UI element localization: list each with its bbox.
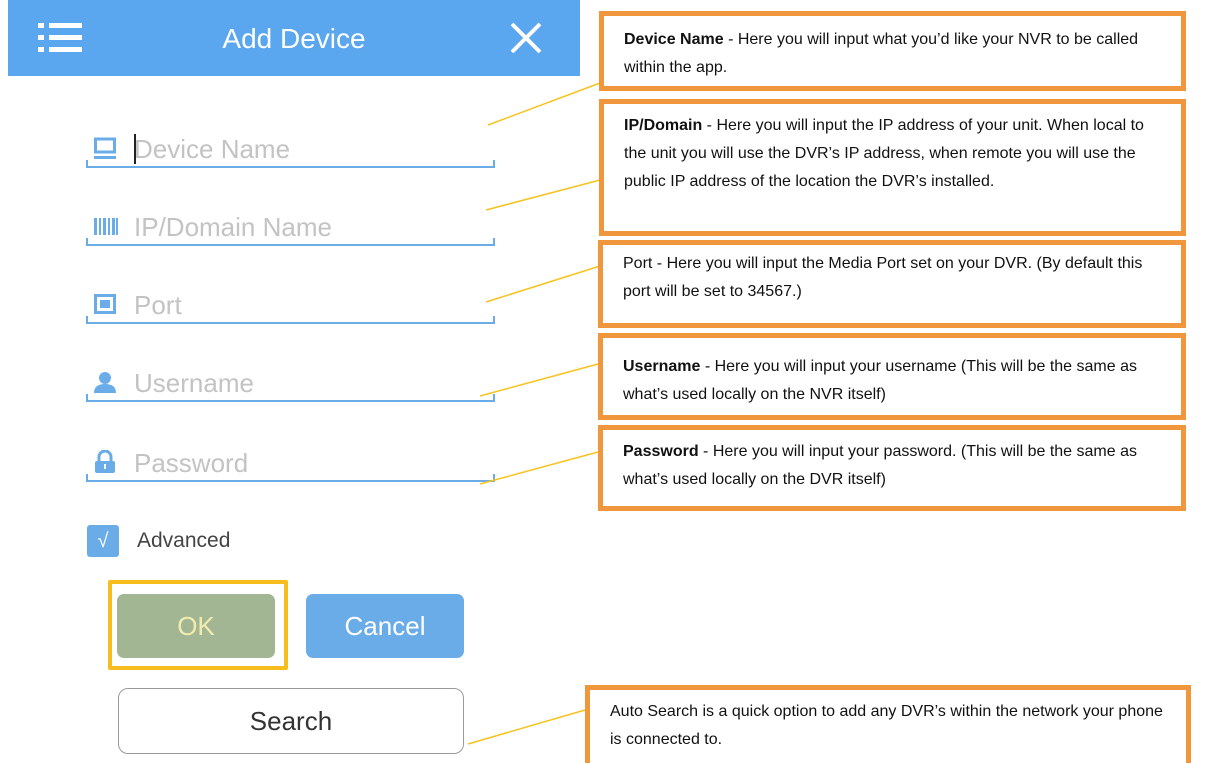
password-callout-title: Password <box>623 443 699 460</box>
search-button[interactable]: Search <box>118 688 464 754</box>
search-callout: Auto Search is a quick option to add any… <box>585 685 1191 763</box>
app-header: Add Device <box>8 0 580 76</box>
ip-domain-callout-title: IP/Domain <box>624 117 703 134</box>
device-name-callout-title: Device Name <box>624 31 724 48</box>
ip-domain-placeholder: IP/Domain Name <box>134 212 332 242</box>
password-input[interactable]: Password <box>86 446 495 482</box>
username-callout-text: - Here you will input your username (Thi… <box>623 358 1137 403</box>
username-callout-title: Username <box>623 358 701 375</box>
monitor-icon <box>94 136 116 160</box>
page-title: Add Device <box>222 23 366 54</box>
port-placeholder: Port <box>134 290 182 320</box>
username-input[interactable]: Username <box>86 366 495 402</box>
port-input[interactable]: Port <box>86 288 495 324</box>
ip-domain-input[interactable]: IP/Domain Name <box>86 210 495 246</box>
advanced-label: Advanced <box>137 529 231 552</box>
username-placeholder: Username <box>134 368 254 398</box>
username-callout: Username - Here you will input your user… <box>598 333 1186 420</box>
device-name-input[interactable]: Device Name <box>86 132 495 168</box>
password-callout-text: - Here you will input your password. (Th… <box>623 443 1137 488</box>
ok-button[interactable]: OK <box>117 594 275 658</box>
ip-domain-callout-text: - Here you will input the IP address of … <box>624 117 1144 190</box>
search-callout-text: Auto Search is a quick option to add any… <box>610 703 1163 748</box>
password-callout: Password - Here you will input your pass… <box>598 425 1186 511</box>
cancel-button[interactable]: Cancel <box>306 594 464 658</box>
lock-icon <box>94 449 116 474</box>
barcode-icon <box>94 214 118 238</box>
port-callout-text: Port - Here you will input the Media Por… <box>623 255 1143 300</box>
ip-domain-callout: IP/Domain - Here you will input the IP a… <box>599 99 1186 236</box>
advanced-checkbox[interactable]: √ <box>87 525 119 557</box>
device-name-callout: Device Name - Here you will input what y… <box>599 11 1186 91</box>
user-icon <box>94 370 116 394</box>
password-placeholder: Password <box>134 448 249 478</box>
port-icon <box>94 292 116 316</box>
close-icon[interactable] <box>508 20 544 56</box>
port-callout: Port - Here you will input the Media Por… <box>598 240 1186 328</box>
device-name-placeholder: Device Name <box>134 134 291 164</box>
